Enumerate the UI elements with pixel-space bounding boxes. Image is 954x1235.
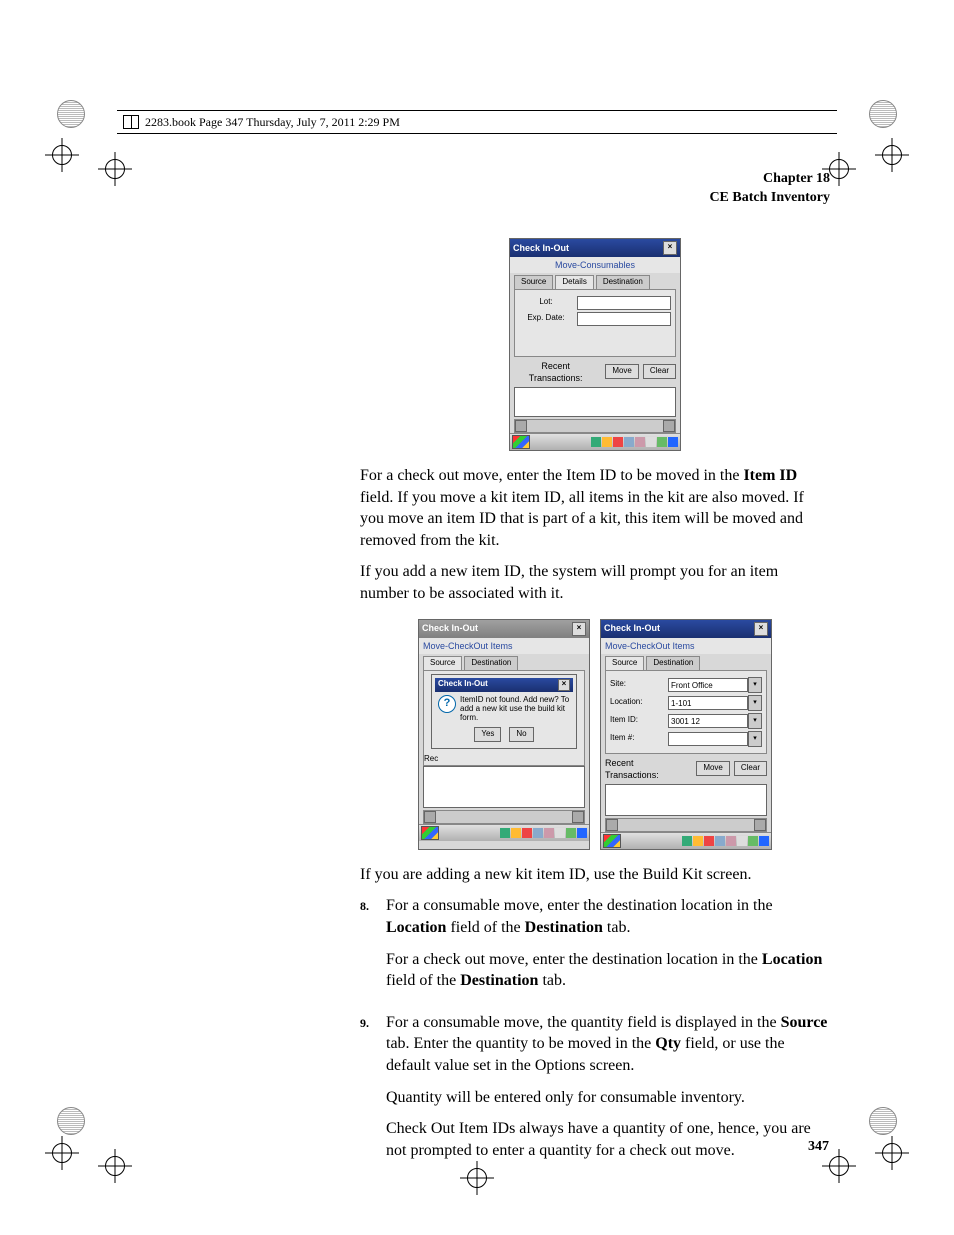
screenshot-check-in-out-details: Check In-Out × Move-Consumables Source D… <box>509 238 681 451</box>
step-paragraph: For a consumable move, enter the destina… <box>386 895 830 938</box>
crop-mark-icon <box>875 138 909 172</box>
item-id-input[interactable]: 3001 12 <box>668 714 748 728</box>
runhead-text: 2283.book Page 347 Thursday, July 7, 201… <box>145 115 400 130</box>
site-label: Site: <box>610 679 664 690</box>
taskbar <box>419 824 589 841</box>
lot-input[interactable] <box>577 296 671 310</box>
chevron-down-icon[interactable]: ▾ <box>748 713 762 729</box>
start-icon[interactable] <box>603 834 621 848</box>
clear-button[interactable]: Clear <box>734 761 767 776</box>
recent-transactions-list[interactable] <box>514 387 676 417</box>
breadcrumb-link[interactable]: Move-CheckOut Items <box>601 638 771 654</box>
system-tray <box>682 836 769 846</box>
window-title: Check In-Out <box>422 622 478 634</box>
hatch-circle-icon <box>57 1107 85 1135</box>
dialog-title: Check In-Out <box>438 679 488 691</box>
dialog-message: ItemID not found. Add new? To add a new … <box>460 695 570 723</box>
system-tray <box>591 437 678 447</box>
move-button[interactable]: Move <box>696 761 730 776</box>
close-icon[interactable]: × <box>663 241 677 255</box>
start-icon[interactable] <box>421 826 439 840</box>
step-paragraph: Check Out Item IDs always have a quantit… <box>386 1118 830 1161</box>
yes-button[interactable]: Yes <box>474 727 501 742</box>
tab-details[interactable]: Details <box>555 275 593 289</box>
chapter-header: Chapter 18 CE Batch Inventory <box>360 170 830 208</box>
step-9: 9. For a consumable move, the quantity f… <box>360 1012 830 1172</box>
recent-transactions-label: Recent Transactions: <box>605 757 688 781</box>
item-id-label: Item ID: <box>610 715 664 726</box>
hatch-circle-icon <box>869 1107 897 1135</box>
horizontal-scrollbar[interactable] <box>605 818 767 832</box>
screenshot-check-in-out-source: Check In-Out × Move-CheckOut Items Sourc… <box>600 619 772 850</box>
horizontal-scrollbar[interactable] <box>423 810 585 824</box>
hatch-circle-icon <box>869 100 897 128</box>
tab-destination[interactable]: Destination <box>596 275 650 289</box>
close-icon[interactable]: × <box>558 679 570 691</box>
running-header: 2283.book Page 347 Thursday, July 7, 201… <box>117 110 837 134</box>
step-paragraph: For a check out move, enter the destinat… <box>386 949 830 992</box>
recent-transactions-list[interactable] <box>423 766 585 808</box>
recent-label-truncated: Rec <box>424 754 438 765</box>
crop-mark-icon <box>98 1149 132 1183</box>
move-button[interactable]: Move <box>605 364 639 379</box>
recent-transactions-list[interactable] <box>605 784 767 816</box>
horizontal-scrollbar[interactable] <box>514 419 676 433</box>
window-title: Check In-Out <box>513 242 569 254</box>
page-number: 347 <box>808 1139 829 1155</box>
close-icon[interactable]: × <box>754 622 768 636</box>
body-paragraph: If you are adding a new kit item ID, use… <box>360 864 830 886</box>
exp-date-label: Exp. Date: <box>519 313 573 324</box>
window-titlebar: Check In-Out × <box>419 620 589 638</box>
tab-destination[interactable]: Destination <box>646 656 700 670</box>
crop-mark-icon <box>98 152 132 186</box>
chapter-number: Chapter 18 <box>360 170 830 189</box>
clear-button[interactable]: Clear <box>643 364 676 379</box>
step-number: 9. <box>360 1012 386 1172</box>
lot-label: Lot: <box>519 297 573 308</box>
chevron-down-icon[interactable]: ▾ <box>748 677 762 693</box>
hatch-circle-icon <box>57 100 85 128</box>
item-number-label: Item #: <box>610 733 664 744</box>
breadcrumb-link[interactable]: Move-CheckOut Items <box>419 638 589 654</box>
crop-mark-icon <box>875 1136 909 1170</box>
location-label: Location: <box>610 697 664 708</box>
step-8: 8. For a consumable move, enter the dest… <box>360 895 830 1001</box>
chevron-down-icon[interactable]: ▾ <box>748 731 762 747</box>
window-title: Check In-Out <box>604 622 660 634</box>
chapter-title: CE Batch Inventory <box>360 189 830 208</box>
item-number-input[interactable] <box>668 732 748 746</box>
tab-source[interactable]: Source <box>514 275 553 289</box>
tab-source[interactable]: Source <box>605 656 644 670</box>
step-paragraph: Quantity will be entered only for consum… <box>386 1087 830 1109</box>
taskbar <box>601 832 771 849</box>
crop-mark-icon <box>45 1136 79 1170</box>
taskbar <box>510 433 680 450</box>
chevron-down-icon[interactable]: ▾ <box>748 695 762 711</box>
window-titlebar: Check In-Out × <box>601 620 771 638</box>
exp-date-input[interactable] <box>577 312 671 326</box>
crop-mark-icon <box>45 138 79 172</box>
question-icon: ? <box>438 695 456 713</box>
window-titlebar: Check In-Out × <box>510 239 680 257</box>
step-paragraph: For a consumable move, the quantity fiel… <box>386 1012 830 1077</box>
tab-destination[interactable]: Destination <box>464 656 518 670</box>
close-icon[interactable]: × <box>572 622 586 636</box>
breadcrumb-link[interactable]: Move-Consumables <box>510 257 680 273</box>
site-input[interactable]: Front Office <box>668 678 748 692</box>
start-icon[interactable] <box>512 435 530 449</box>
step-number: 8. <box>360 895 386 1001</box>
tab-source[interactable]: Source <box>423 656 462 670</box>
body-paragraph: For a check out move, enter the Item ID … <box>360 465 830 551</box>
body-paragraph: If you add a new item ID, the system wil… <box>360 561 830 604</box>
screenshot-itemid-not-found: Check In-Out × Move-CheckOut Items Sourc… <box>418 619 590 850</box>
recent-transactions-label: Recent Transactions: <box>514 360 597 384</box>
book-icon <box>123 115 139 129</box>
dialog-titlebar: Check In-Out × <box>435 678 573 692</box>
no-button[interactable]: No <box>509 727 533 742</box>
system-tray <box>500 828 587 838</box>
location-input[interactable]: 1-101 <box>668 696 748 710</box>
